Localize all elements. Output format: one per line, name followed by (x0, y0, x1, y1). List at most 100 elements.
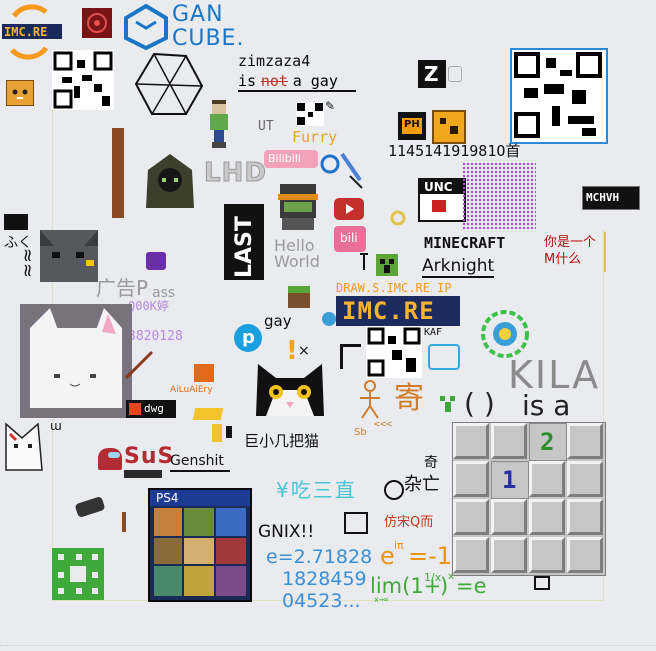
z-logo-icon: Z (418, 60, 446, 88)
fractal-pattern (52, 548, 104, 600)
kaf-label: KAF (424, 327, 443, 338)
gold-bar-icon (192, 408, 224, 420)
id-number: 3820128 (128, 329, 183, 344)
asus-label: SuS (124, 444, 175, 469)
minesweeper-number: 2 (540, 428, 555, 456)
gan-cube-title: GAN (172, 2, 224, 27)
pixel-canvas[interactable]: IMC.RE GAN CUBE. zimzaza4 is not a gay Z… (0, 0, 656, 651)
minesweeper-cell[interactable]: 1 (491, 461, 529, 499)
mchvh-logo: MCHVH (582, 186, 640, 210)
lim-close: ) (440, 574, 449, 598)
minecraft-label: MINECRAFT (424, 234, 506, 252)
draw-url-label: DRAW.S.IMC.RE IP (336, 281, 452, 295)
minesweeper-cell[interactable]: 2 (529, 423, 567, 461)
minesweeper-cell[interactable] (453, 461, 489, 497)
pass-label: ass (152, 285, 176, 301)
brown-strip (112, 128, 124, 218)
fanzhong-label: 仿宋Q而 (384, 515, 434, 530)
purple-dot-pattern (462, 162, 536, 230)
minesweeper-cell[interactable] (529, 461, 565, 497)
gold-bar-icon (212, 424, 222, 442)
imcre-small-label: IMC.RE (4, 25, 48, 39)
minesweeper-cell[interactable] (567, 537, 603, 573)
scribble-cjk: 杂亡 (404, 474, 440, 495)
minesweeper-cell[interactable] (529, 499, 565, 535)
qr-code-middle[interactable] (366, 326, 422, 378)
bracket-shape (344, 512, 368, 534)
qr-code[interactable] (52, 50, 114, 110)
euler-rhs: =-1 (408, 542, 453, 570)
minesweeper-cell[interactable] (567, 499, 603, 535)
creeper-icon (376, 254, 398, 276)
minesweeper-number: 1 (502, 466, 517, 494)
furry-label: Furry (292, 128, 338, 146)
minesweeper-cell[interactable] (453, 423, 489, 459)
lim-frac: 1/x (424, 571, 442, 584)
globe-icon (322, 312, 336, 326)
number-string: 114514191981O首 (388, 142, 521, 160)
gan-cube-icon (122, 3, 170, 51)
last-logo: LAST (224, 204, 264, 280)
youtube-icon (334, 198, 364, 220)
white-cat-portrait (20, 304, 132, 418)
unc-label: UNC (424, 180, 453, 194)
world-label: World (274, 252, 320, 271)
cross-mark: × (298, 343, 310, 359)
lim-sub: x→∞ (374, 595, 389, 604)
dwg-label: dwg (144, 402, 164, 415)
hexagon-cube-icon (134, 52, 204, 118)
qr-code-mini[interactable] (296, 102, 324, 126)
euler-e: e (380, 542, 395, 570)
stroke-shape (340, 344, 361, 369)
capsule-icon (74, 496, 106, 518)
red-scribble-text: 你是一个M什么 (544, 235, 597, 267)
ph-logo-icon: PH (398, 112, 426, 140)
minesweeper-cell[interactable] (491, 499, 527, 535)
tuxedo-cat (252, 360, 328, 432)
red-stick-icon (124, 350, 154, 380)
underline (422, 276, 494, 278)
minesweeper-cell[interactable] (491, 537, 527, 573)
p-logo-icon: p (234, 324, 262, 352)
ji-char: 寄 (394, 381, 424, 416)
ps4-label: PS4 (156, 491, 179, 505)
minesweeper-cell[interactable] (567, 461, 603, 497)
small-squiggle: ✎ (325, 99, 336, 113)
phrase-part: a gay (292, 72, 338, 90)
fox-character (2, 420, 46, 480)
minesweeper-cell[interactable] (453, 537, 489, 573)
euler-exp: iπ (394, 539, 404, 552)
gnix-label: GNIX!! (258, 522, 315, 542)
red-seal-icon (82, 8, 112, 38)
minesweeper-cell[interactable] (453, 499, 489, 535)
pen-drawing-icon (320, 150, 364, 190)
phrase-part: is (238, 72, 257, 90)
paren-label: ( ) (464, 387, 495, 420)
mini-creeper-icon (438, 394, 458, 414)
phrase-strike: not (260, 72, 288, 90)
mchvh-label: MCHVH (586, 191, 620, 204)
small-scribble: ɯ (50, 419, 62, 433)
lim-rhs: =e (456, 574, 487, 598)
ailuaiery-label: AiLuAiEry (170, 385, 213, 395)
tv-icon (428, 344, 460, 370)
id-scribble: Q00K婷 (128, 299, 169, 313)
helmet-character (272, 180, 324, 232)
minesweeper-board[interactable]: 21 (452, 422, 606, 576)
e-digits-2: 04523... (282, 590, 361, 612)
stick-line (122, 512, 126, 532)
cjk-phrase: 巨小几把猫 (244, 432, 320, 450)
ut-label: UT (258, 119, 274, 134)
bili-icon: bili (334, 226, 366, 252)
wavy-lines: ≈≈ (17, 247, 39, 279)
minesweeper-cell[interactable] (491, 423, 527, 459)
dark-bar (226, 426, 232, 438)
e-value: e=2.71828 (266, 546, 373, 568)
cup-icon (448, 66, 462, 82)
imcre-big-logo: IMC.RE (336, 296, 460, 326)
qr-code-large[interactable] (510, 48, 608, 144)
minesweeper-cell[interactable] (567, 423, 603, 459)
bilibili-label: Bilibili (268, 152, 301, 165)
minesweeper-cell[interactable] (529, 537, 565, 573)
bili-label: bili (340, 231, 358, 245)
